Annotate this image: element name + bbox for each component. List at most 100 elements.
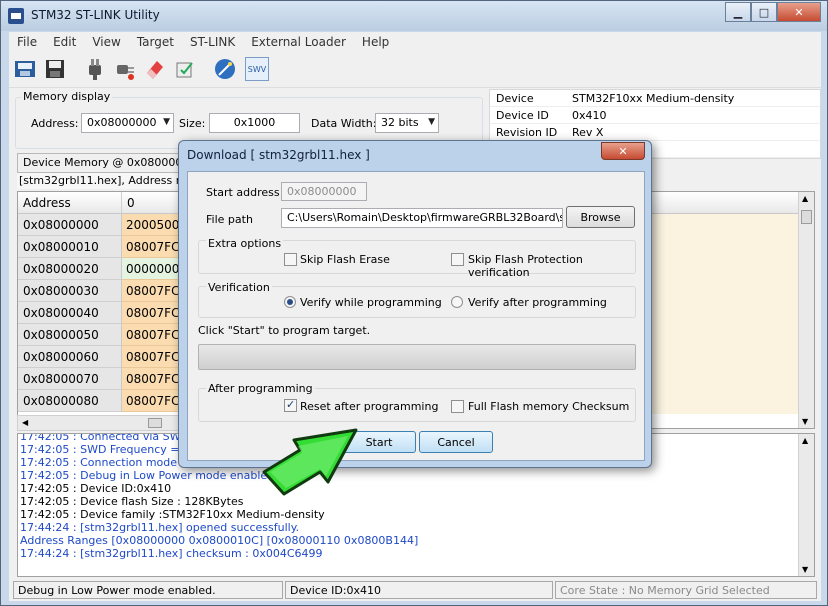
- info-key: Device ID: [496, 108, 549, 122]
- dialog-body: Start address 0x08000000 File path C:\Us…: [187, 171, 645, 461]
- erase-icon[interactable]: [143, 57, 167, 81]
- window-title: STM32 ST-LINK Utility: [31, 8, 160, 22]
- skip-flash-protection-checkbox[interactable]: [451, 253, 464, 266]
- minimize-button[interactable]: ▁: [725, 2, 751, 22]
- grid-vertical-scrollbar[interactable]: ▲ ▼: [798, 192, 814, 428]
- menu-external-loader[interactable]: External Loader: [243, 35, 354, 49]
- row-address[interactable]: 0x08000050: [18, 324, 122, 346]
- log-line: 17:44:24 : [stm32grbl11.hex] checksum : …: [20, 547, 323, 560]
- grid-horizontal-scrollbar[interactable]: ◀: [17, 415, 197, 431]
- log-vertical-scrollbar[interactable]: ▲ ▼: [798, 434, 814, 576]
- info-value: STM32F10xx Medium-density: [572, 91, 735, 105]
- menu-edit[interactable]: Edit: [45, 35, 84, 49]
- file-path-input[interactable]: C:\Users\Romain\Desktop\firmwareGRBL32Bo…: [281, 208, 563, 228]
- scroll-up-icon[interactable]: ▲: [802, 436, 808, 445]
- row-value[interactable]: 08007FC1: [122, 236, 184, 258]
- data-width-label: Data Width:: [311, 117, 377, 130]
- verify-while-label: Verify while programming: [300, 296, 442, 309]
- menu-file[interactable]: File: [9, 35, 45, 49]
- scroll-up-icon[interactable]: ▲: [802, 194, 808, 203]
- verify-while-radio[interactable]: [284, 296, 296, 308]
- row-value[interactable]: 08007FC1: [122, 302, 184, 324]
- row-address[interactable]: 0x08000070: [18, 368, 122, 390]
- address-combo[interactable]: 0x08000000 ▼: [81, 113, 174, 133]
- menu-help[interactable]: Help: [354, 35, 397, 49]
- address-value: 0x08000000: [87, 116, 157, 129]
- row-value[interactable]: 08007FC1: [122, 390, 184, 412]
- maximize-button[interactable]: □: [751, 2, 777, 22]
- skip-flash-erase-checkbox[interactable]: [284, 253, 297, 266]
- dialog-close-button[interactable]: ✕: [601, 142, 645, 160]
- chevron-down-icon: ▼: [428, 117, 435, 127]
- title-bar: STM32 ST-LINK Utility ▁ □ ✕: [1, 1, 827, 31]
- settings-wand-icon[interactable]: [213, 57, 237, 81]
- info-row-device-id: Device ID 0x410: [490, 107, 820, 124]
- disconnect-plug-icon[interactable]: [113, 57, 137, 81]
- row-address[interactable]: 0x08000040: [18, 302, 122, 324]
- verify-after-radio[interactable]: [451, 296, 463, 308]
- row-value[interactable]: 08007FC1: [122, 280, 184, 302]
- save-icon[interactable]: [13, 57, 37, 81]
- row-address[interactable]: 0x08000010: [18, 236, 122, 258]
- row-address[interactable]: 0x08000020: [18, 258, 122, 280]
- row-value[interactable]: 08007FC1: [122, 346, 184, 368]
- menu-view[interactable]: View: [84, 35, 128, 49]
- verify-after-label: Verify after programming: [468, 296, 607, 309]
- info-value: 0x410: [572, 108, 607, 122]
- status-bar: Debug in Low Power mode enabled. Device …: [9, 579, 821, 601]
- row-address[interactable]: 0x08000000: [18, 214, 122, 236]
- program-icon[interactable]: [173, 57, 197, 81]
- file-range-line: [stm32grbl11.hex], Address range: [17, 173, 197, 189]
- row-value[interactable]: 08007FC1: [122, 324, 184, 346]
- dialog-title: Download [ stm32grbl11.hex ]: [187, 148, 370, 162]
- download-dialog: Download [ stm32grbl11.hex ] ✕ Start add…: [178, 140, 652, 468]
- extra-options-label: Extra options: [206, 237, 284, 250]
- browse-button[interactable]: Browse: [566, 206, 635, 228]
- pointer-arrow-icon: [262, 428, 358, 496]
- row-value[interactable]: 20005000: [122, 214, 184, 236]
- header-address[interactable]: Address: [18, 192, 122, 214]
- scroll-down-icon[interactable]: ▼: [802, 417, 808, 426]
- row-address[interactable]: 0x08000080: [18, 390, 122, 412]
- file-path-label: File path: [206, 213, 253, 226]
- grid-highlight-band: [648, 214, 798, 414]
- address-label: Address:: [31, 117, 79, 130]
- start-address-input[interactable]: 0x08000000: [281, 182, 367, 201]
- menu-target[interactable]: Target: [129, 35, 182, 49]
- row-address[interactable]: 0x08000060: [18, 346, 122, 368]
- reset-after-label: Reset after programming: [300, 400, 439, 413]
- menu-bar: File Edit View Target ST-LINK External L…: [9, 32, 821, 52]
- caption-buttons: ▁ □ ✕: [725, 2, 821, 22]
- status-left: Debug in Low Power mode enabled.: [13, 581, 283, 599]
- tab-device-memory[interactable]: Device Memory @ 0x08000000 :: [17, 153, 197, 173]
- scroll-thumb[interactable]: [148, 418, 162, 428]
- hint-text: Click "Start" to program target.: [198, 324, 371, 337]
- cancel-button[interactable]: Cancel: [419, 431, 493, 453]
- reset-after-checkbox[interactable]: [284, 398, 297, 412]
- start-address-label: Start address: [206, 186, 280, 199]
- after-programming-label: After programming: [206, 382, 315, 395]
- full-checksum-checkbox[interactable]: [451, 400, 464, 413]
- connect-plug-icon[interactable]: [83, 57, 107, 81]
- info-value: Rev X: [572, 125, 604, 139]
- row-value[interactable]: 00000000: [122, 258, 184, 280]
- log-line: 17:42:05 : Device family :STM32F10xx Med…: [20, 508, 325, 521]
- log-line: Address Ranges [0x08000000 0x0800010C] […: [20, 534, 419, 547]
- swv-icon[interactable]: SWV: [245, 57, 269, 81]
- log-line: 17:42:05 : SWD Frequency = 4,0: [20, 443, 201, 456]
- skip-flash-protection-label: Skip Flash Protection verification: [468, 253, 583, 279]
- verification-label: Verification: [206, 281, 272, 294]
- close-button[interactable]: ✕: [777, 2, 821, 22]
- size-input[interactable]: 0x1000: [209, 113, 300, 133]
- row-value[interactable]: 08007FC1: [122, 368, 184, 390]
- full-checksum-label: Full Flash memory Checksum: [468, 400, 630, 413]
- disk-icon[interactable]: [43, 57, 67, 81]
- scroll-down-icon[interactable]: ▼: [802, 565, 808, 574]
- scroll-thumb[interactable]: [801, 210, 812, 224]
- scroll-left-icon[interactable]: ◀: [22, 418, 28, 427]
- menu-stlink[interactable]: ST-LINK: [182, 35, 243, 49]
- log-line: 17:42:05 : Device flash Size : 128KBytes: [20, 495, 244, 508]
- row-address[interactable]: 0x08000030: [18, 280, 122, 302]
- data-width-combo[interactable]: 32 bits ▼: [375, 113, 439, 133]
- memory-display-label: Memory display: [21, 90, 113, 103]
